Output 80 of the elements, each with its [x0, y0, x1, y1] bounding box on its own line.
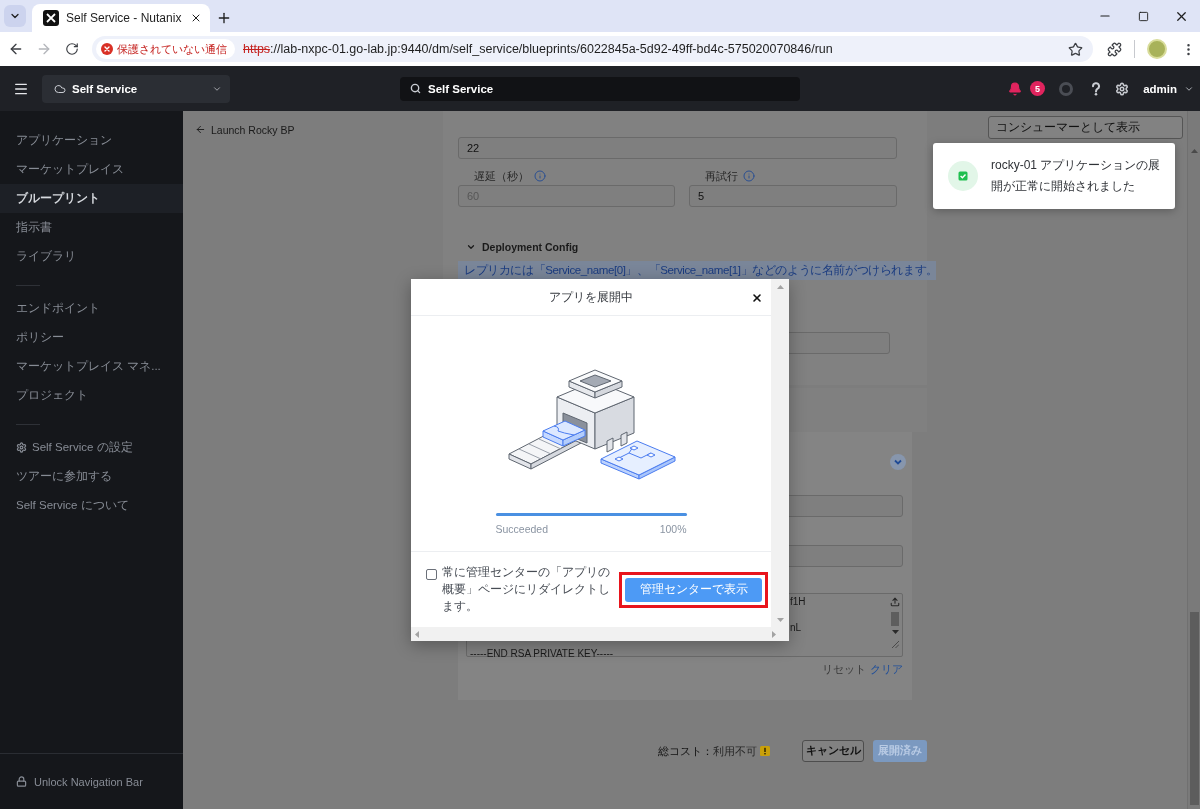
page-scrollbar[interactable]	[1187, 111, 1200, 809]
nav-item[interactable]: Self Service について	[0, 491, 183, 520]
field-label: 遅延（秒）	[474, 168, 529, 184]
nav-item[interactable]: ツアーに参加する	[0, 462, 183, 491]
scroll-up-icon[interactable]	[1190, 149, 1198, 153]
progress-status: Succeeded	[495, 522, 549, 536]
success-check-icon	[948, 161, 978, 191]
nav-item[interactable]: ブループリント	[0, 184, 183, 213]
cloud-icon	[54, 82, 66, 95]
key-text-line: f1H	[790, 595, 806, 608]
search-field[interactable]: Self Service	[400, 76, 800, 101]
nav-item[interactable]: Self Service の設定	[0, 433, 183, 462]
scroll-down-icon[interactable]	[891, 630, 899, 634]
upload-icon[interactable]	[890, 597, 900, 607]
scroll-thumb[interactable]	[891, 612, 899, 626]
help-icon[interactable]	[1091, 81, 1102, 96]
scroll-down-icon[interactable]	[776, 618, 784, 622]
browser-tab[interactable]: Self Service - Nutanix	[32, 4, 210, 32]
nav-item[interactable]: アプリケーション	[0, 126, 183, 155]
warning-icon	[760, 746, 770, 756]
lock-icon	[16, 776, 27, 787]
section-toggle[interactable]: Deployment Config	[458, 240, 579, 253]
nav-item[interactable]: ライブラリ	[0, 242, 183, 271]
user-menu[interactable]: admin	[1143, 82, 1194, 95]
scroll-left-icon[interactable]	[415, 630, 419, 638]
cost-value: 利用不可	[713, 743, 757, 759]
settings-icon[interactable]	[1115, 81, 1130, 96]
gear-icon	[16, 442, 27, 453]
address-bar[interactable]: 保護されていない通信 https://lab-nxpc-01.go-lab.jp:9440/dm/self_service/blueprints/6022845a-5d92-49ff-bd4c-575020070846/run	[92, 36, 1093, 62]
cancel-button[interactable]: キャンセル	[802, 740, 864, 762]
input-field[interactable]: 22	[458, 137, 897, 159]
ring-icon[interactable]	[1059, 81, 1074, 96]
chevron-down-icon[interactable]	[890, 454, 906, 470]
resize-grip-icon[interactable]	[891, 641, 899, 648]
nav-item[interactable]: プロジェクト	[0, 381, 183, 410]
key-text-line: -----END RSA PRIVATE KEY-----	[470, 647, 614, 660]
redirect-checkbox[interactable]	[426, 569, 437, 580]
nav-item[interactable]: ポリシー	[0, 323, 183, 352]
redirect-label: 常に管理センターの「アプリの概要」ページにリダイレクトします。	[442, 565, 611, 614]
input-field[interactable]: 5	[689, 185, 897, 207]
nav-item[interactable]: 指示書	[0, 213, 183, 242]
back-arrow-icon	[195, 124, 206, 135]
search-icon	[410, 83, 421, 94]
puzzle-icon[interactable]	[1107, 41, 1122, 57]
security-chip[interactable]: 保護されていない通信	[96, 39, 235, 59]
new-tab-icon[interactable]	[216, 10, 232, 26]
avatar-icon[interactable]	[1147, 39, 1167, 59]
maximize-icon[interactable]	[1137, 10, 1149, 22]
field-label: 再試行	[705, 168, 738, 184]
product-select[interactable]: Self Service	[42, 74, 230, 103]
key-text-line: nL	[790, 621, 802, 634]
view-in-admin-button[interactable]: 管理センターで表示	[625, 577, 762, 602]
consumer-view-button[interactable]: コンシューマーとして表示	[988, 116, 1183, 139]
close-icon[interactable]	[751, 292, 763, 304]
reset-link[interactable]: リセット	[822, 662, 866, 676]
bell-icon[interactable]	[1008, 81, 1023, 96]
dialog-scrollbar[interactable]	[411, 627, 789, 641]
url-text: https://lab-nxpc-01.go-lab.jp:9440/dm/self_service/blueprints/6022845a-5d92-49ff-bd4c-575020070846/run	[243, 42, 833, 56]
dialog-title: アプリを展開中	[549, 288, 633, 306]
scroll-thumb[interactable]	[1189, 612, 1199, 805]
toast-message: rocky-01 アプリケーションの展開が正常に開始されました	[991, 157, 1162, 195]
nav-item[interactable]: マーケットプレイス	[0, 155, 183, 184]
progress-percent: 100%	[659, 522, 687, 536]
app-logo-icon	[43, 10, 59, 26]
info-banner: レプリカには「Service_name[0]」、「Service_name[1]」などのように名前がつけられます。	[458, 261, 936, 280]
back-link[interactable]: Launch Rocky BP	[195, 121, 295, 138]
nav-item[interactable]: エンドポイント	[0, 294, 183, 323]
scroll-up-icon[interactable]	[776, 285, 784, 289]
notification-count: 5	[1030, 81, 1046, 96]
tab-list-button[interactable]	[4, 5, 26, 27]
scroll-right-icon[interactable]	[772, 630, 776, 638]
reload-icon[interactable]	[65, 42, 79, 56]
bookmark-star-icon[interactable]	[1068, 41, 1083, 57]
error-icon	[101, 43, 113, 55]
nav-item[interactable]: マーケットプレイス マネ...	[0, 352, 183, 381]
cost-label: 総コスト：	[658, 743, 713, 759]
dialog-scrollbar[interactable]	[771, 279, 789, 627]
tab-title: Self Service - Nutanix	[66, 11, 183, 25]
close-icon[interactable]	[190, 12, 202, 24]
back-icon[interactable]	[8, 41, 24, 57]
